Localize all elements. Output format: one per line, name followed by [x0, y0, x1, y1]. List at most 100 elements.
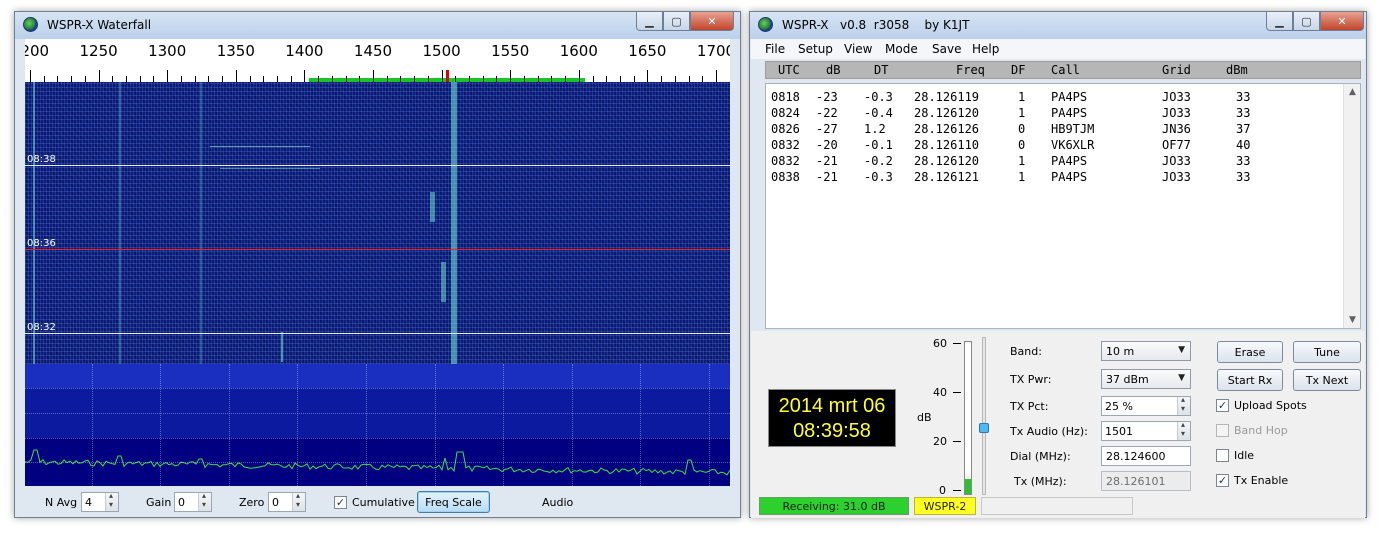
txpct-spinbox[interactable]: 25 % — [1101, 395, 1191, 416]
maximize-button[interactable]: ▢ — [1293, 12, 1320, 31]
cell-freq: 28.126119 — [914, 90, 980, 104]
txaudio-label: Tx Audio (Hz): — [1010, 425, 1088, 438]
list-scrollbar[interactable]: ▲ ▼ — [1343, 84, 1360, 328]
clock-time: 08:39:58 — [793, 420, 871, 442]
freq-label: 1450 — [353, 42, 393, 60]
column-header: Call — [1051, 63, 1080, 77]
cell-grid: OF77 — [1162, 138, 1191, 152]
freq-scale-button[interactable]: Freq Scale — [417, 491, 490, 513]
table-row[interactable]: 0824 -22 -0.4 28.126120 1 PA4PS JO33 33 — [766, 106, 1336, 122]
cell-df: 1 — [1018, 170, 1026, 184]
freq-label: 1600 — [559, 42, 598, 60]
txpct-label: TX Pct: — [1010, 400, 1049, 413]
txpwr-select[interactable]: 37 dBm ▼ — [1101, 369, 1191, 389]
status-field-empty — [981, 497, 1133, 515]
signal-level-meter — [964, 341, 972, 495]
gain-spinbox[interactable]: 0 — [174, 491, 212, 512]
receiving-status: Receiving: 31.0 dB — [759, 497, 909, 515]
signal-trace — [441, 262, 446, 302]
cell-grid: JO33 — [1162, 106, 1191, 120]
tx-enable-checkbox[interactable]: ✓ — [1216, 474, 1229, 487]
table-row[interactable]: 0826 -27 1.2 28.126126 0 HB9TJM JN36 37 — [766, 122, 1336, 138]
menu-help[interactable]: Help — [972, 42, 999, 56]
band-hop-label: Band Hop — [1234, 424, 1288, 437]
cell-freq: 28.126126 — [914, 122, 980, 136]
close-button[interactable]: ✕ — [1320, 12, 1364, 31]
table-row[interactable]: 0832 -21 -0.2 28.126120 1 PA4PS JO33 33 — [766, 154, 1336, 170]
tx-frequency-marker — [446, 70, 449, 82]
dropdown-arrow-icon: ▼ — [1178, 373, 1185, 383]
waterfall-display[interactable]: 08:38 08:36 08:32 — [25, 82, 730, 364]
freq-tick — [304, 70, 306, 82]
cell-grid: JO33 — [1162, 90, 1191, 104]
clock-date: 2014 mrt 06 — [778, 395, 886, 417]
txaudio-spinbox[interactable]: 1501 — [1101, 420, 1191, 441]
meter-tick-label: 60 — [933, 337, 947, 350]
time-marker-line — [25, 333, 730, 334]
cell-freq: 28.126120 — [914, 106, 980, 120]
main-titlebar[interactable]: WSPR-X v0.8 r3058 by K1JT ▁ ▢ ✕ — [750, 12, 1366, 39]
cell-call: PA4PS — [1051, 154, 1088, 168]
erase-button[interactable]: Erase — [1217, 341, 1283, 363]
dial-freq-input[interactable]: 28.124600 — [1101, 446, 1191, 466]
frequency-scale: 1200 1250 1300 1350 1400 1450 1500 1550 1600 1650… — [25, 39, 730, 82]
cell-grid: JO33 — [1162, 154, 1191, 168]
audio-label: Audio — [542, 496, 574, 509]
close-button[interactable]: ✕ — [690, 12, 734, 31]
start-rx-button[interactable]: Start Rx — [1217, 369, 1283, 391]
freq-label: 1700 — [696, 42, 730, 60]
waterfall-titlebar[interactable]: WSPR-X Waterfall ▁ ▢ ✕ — [15, 12, 740, 39]
band-label: Band: — [1010, 345, 1042, 358]
menu-save[interactable]: Save — [932, 42, 961, 56]
zero-spinbox[interactable]: 0 — [268, 491, 306, 512]
rx-level-slider-track[interactable] — [982, 337, 986, 495]
time-marker-line — [25, 165, 730, 166]
cell-freq: 28.126120 — [914, 154, 980, 168]
menu-view[interactable]: View — [844, 42, 872, 56]
idle-checkbox[interactable] — [1216, 449, 1229, 462]
column-header: DT — [874, 63, 889, 77]
menu-file[interactable]: File — [765, 42, 785, 56]
table-row[interactable]: 0832 -20 -0.1 28.126110 0 VK6XLR OF77 40 — [766, 138, 1336, 154]
freq-tick — [30, 70, 31, 82]
freq-tick — [441, 70, 443, 82]
cell-db: -21 — [816, 170, 838, 184]
control-panel: 2014 mrt 06 08:39:58 60 40 20 0 dB Band:… — [751, 331, 1365, 497]
tune-button[interactable]: Tune — [1293, 341, 1361, 363]
cell-dt: -0.4 — [864, 106, 893, 120]
cell-df: 1 — [1018, 154, 1026, 168]
cell-dbm: 33 — [1236, 90, 1251, 104]
decoded-text-list[interactable]: ▲ ▼ 0818 -23 -0.3 28.126119 1 PA4PS JO33 33 0824… — [765, 83, 1361, 329]
time-label: 08:32 — [27, 322, 56, 333]
menu-mode[interactable]: Mode — [885, 42, 918, 56]
table-row[interactable]: 0818 -23 -0.3 28.126119 1 PA4PS JO33 33 — [766, 90, 1336, 106]
cumulative-checkbox[interactable]: ✓ — [334, 496, 347, 509]
cell-dt: 1.2 — [864, 122, 886, 136]
freq-label: 1200 — [25, 42, 50, 60]
scroll-down-icon[interactable]: ▼ — [1344, 312, 1361, 328]
menu-setup[interactable]: Setup — [798, 42, 833, 56]
band-hop-checkbox[interactable] — [1216, 424, 1229, 437]
signal-trace — [200, 82, 202, 364]
cell-call: PA4PS — [1051, 106, 1088, 120]
band-select[interactable]: 10 m ▼ — [1101, 341, 1191, 361]
minimize-button[interactable]: ▁ — [636, 12, 663, 31]
cell-call: VK6XLR — [1051, 138, 1095, 152]
cell-df: 0 — [1018, 122, 1026, 136]
signal-trace — [281, 332, 283, 362]
scroll-up-icon[interactable]: ▲ — [1344, 84, 1361, 100]
signal-trace — [430, 192, 435, 222]
cell-dt: -0.3 — [864, 90, 893, 104]
upload-spots-checkbox[interactable]: ✓ — [1216, 399, 1229, 412]
tx-next-button[interactable]: Tx Next — [1293, 369, 1361, 391]
minimize-button[interactable]: ▁ — [1266, 12, 1293, 31]
table-row[interactable]: 0838 -21 -0.3 28.126121 1 PA4PS JO33 33 — [766, 170, 1336, 186]
menu-bar: File Setup View Mode Save Help — [751, 39, 1365, 59]
freq-tick — [98, 70, 100, 82]
navg-spinbox[interactable]: 4 — [81, 491, 119, 512]
column-header: DF — [1011, 63, 1026, 77]
rx-level-slider-handle[interactable] — [979, 423, 989, 433]
maximize-button[interactable]: ▢ — [663, 12, 690, 31]
window-title: WSPR-X Waterfall — [47, 18, 152, 32]
upload-spots-label: Upload Spots — [1234, 399, 1307, 412]
